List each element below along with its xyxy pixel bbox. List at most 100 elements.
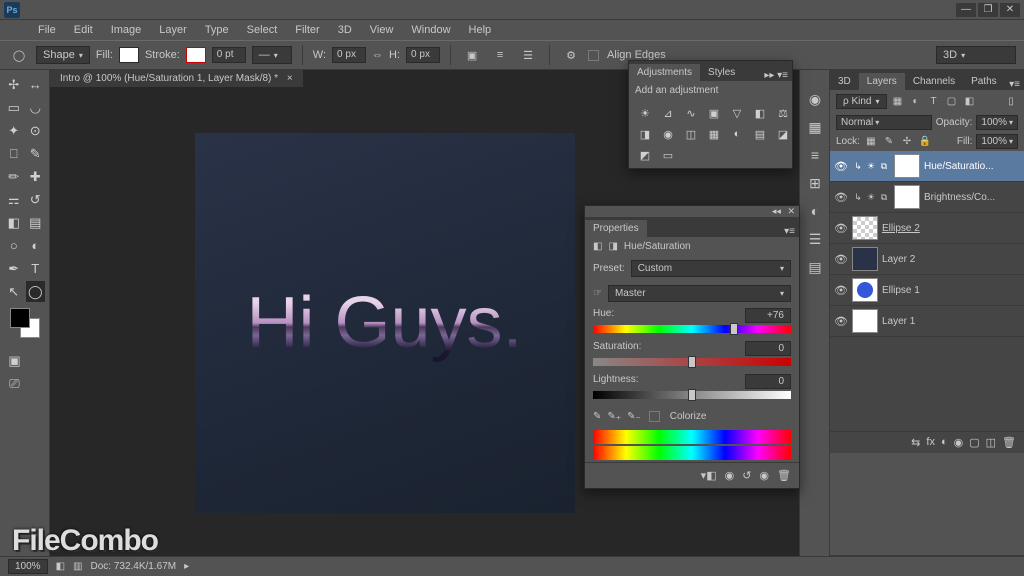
tab-channels[interactable]: Channels — [905, 73, 963, 90]
stroke-style-dropdown[interactable]: — — [252, 46, 292, 64]
foreground-color[interactable] — [10, 308, 30, 328]
layer-visibility-icon[interactable]: 👁 — [834, 222, 848, 235]
ellipse-tool-icon[interactable]: ◯ — [26, 281, 46, 302]
fx-icon[interactable]: fx — [926, 436, 935, 449]
fill-swatch[interactable] — [119, 47, 139, 63]
magic-wand-tool-icon[interactable]: ✦ — [4, 120, 24, 141]
filter-adjust-icon[interactable]: ◐ — [909, 95, 923, 109]
channelmix-icon[interactable]: ◫ — [681, 125, 701, 143]
saturation-slider[interactable] — [593, 358, 791, 366]
filter-toggle-icon[interactable]: ▯ — [1004, 95, 1018, 109]
layer-visibility-icon[interactable]: 👁 — [834, 315, 848, 328]
panel-menu-icon[interactable]: ▸▸ ▾≡ — [760, 70, 792, 81]
arrow-tool-icon[interactable]: ↔ — [26, 74, 46, 95]
mask-kind-icon[interactable]: ◨ — [608, 241, 617, 252]
layer-mask-thumb[interactable] — [894, 154, 920, 178]
lightness-slider[interactable] — [593, 391, 791, 399]
layer-name[interactable]: Layer 2 — [882, 254, 1020, 265]
document-tab[interactable]: Intro @ 100% (Hue/Saturation 1, Layer Ma… — [50, 70, 303, 88]
blur-tool-icon[interactable]: ○ — [4, 235, 24, 256]
curves-icon[interactable]: ∿ — [681, 104, 701, 122]
filter-shape-icon[interactable]: ▢ — [945, 95, 959, 109]
lightness-value[interactable]: 0 — [745, 374, 791, 389]
eyedrop-minus-icon[interactable]: ✎₋ — [627, 411, 641, 422]
new-group-icon[interactable]: ▢ — [969, 436, 979, 449]
layer-filter-kind[interactable]: ρ Kind — [836, 94, 887, 109]
move-tool-icon[interactable]: ✢ — [4, 74, 24, 95]
collapse-icon[interactable]: ◂◂ — [772, 206, 781, 216]
layer-name[interactable]: Brightness/Co... — [924, 192, 1020, 203]
hand-icon[interactable]: ☞ — [593, 288, 602, 299]
preset-dropdown[interactable]: Custom — [631, 260, 791, 277]
tool-mode-dropdown[interactable]: Shape — [36, 46, 90, 64]
layer-name[interactable]: Hue/Saturatio... — [924, 161, 1020, 172]
nav-icon1[interactable]: ◧ — [56, 561, 65, 572]
lasso-tool-icon[interactable]: ◡ — [26, 97, 46, 118]
menu-type[interactable]: Type — [197, 22, 237, 38]
eyedropper-tool-icon[interactable]: ✎ — [26, 143, 46, 164]
layer-name[interactable]: Layer 1 — [882, 316, 1020, 327]
marquee-tool-icon[interactable]: ▭ — [4, 97, 24, 118]
prev-state-icon[interactable]: ◉ — [725, 469, 735, 482]
link-layers-icon[interactable]: ⇆ — [911, 436, 920, 449]
libraries-panel-icon[interactable]: ⊞ — [804, 172, 826, 194]
layer-thumb[interactable] — [852, 278, 878, 302]
levels-icon[interactable]: ⊿ — [658, 104, 678, 122]
eyedrop-plus-icon[interactable]: ✎₊ — [607, 411, 621, 422]
layer-thumb[interactable] — [852, 309, 878, 333]
link-wh-icon[interactable]: ⇔ — [372, 49, 383, 61]
lock-transparency-icon[interactable]: ▦ — [864, 135, 878, 149]
exposure-icon[interactable]: ▣ — [704, 104, 724, 122]
menu-window[interactable]: Window — [403, 22, 458, 38]
layer-name[interactable]: Ellipse 1 — [882, 285, 1020, 296]
doc-info-menu-icon[interactable]: ▸ — [184, 561, 189, 572]
vibrance-icon[interactable]: ▽ — [727, 104, 747, 122]
invert-icon[interactable]: ◐ — [727, 125, 747, 143]
blend-mode-dropdown[interactable]: Normal — [836, 115, 932, 130]
window-restore[interactable]: ❐ — [978, 3, 998, 17]
layer-visibility-icon[interactable]: 👁 — [834, 253, 848, 266]
align-icon[interactable]: ≡ — [489, 44, 511, 66]
gradient-tool-icon[interactable]: ▤ — [26, 212, 46, 233]
healing-tool-icon[interactable]: ✚ — [26, 166, 46, 187]
tab-3d[interactable]: 3D — [830, 73, 859, 90]
height-field[interactable]: 0 px — [406, 47, 440, 63]
layer-visibility-icon[interactable]: 👁 — [834, 284, 848, 297]
brush-tool-icon[interactable]: ✏ — [4, 166, 24, 187]
delete-layer-icon[interactable]: 🗑 — [1002, 436, 1016, 449]
tab-styles[interactable]: Styles — [700, 64, 743, 81]
layer-mask-thumb[interactable] — [894, 185, 920, 209]
workspace-dropdown[interactable]: 3D — [936, 46, 1016, 64]
layer-item[interactable]: 👁↳☀⧉Hue/Saturatio... — [830, 151, 1024, 182]
menu-filter[interactable]: Filter — [287, 22, 327, 38]
path-select-tool-icon[interactable]: ↖ — [4, 281, 24, 302]
swatches-panel-icon[interactable]: ▦ — [804, 116, 826, 138]
stroke-swatch[interactable] — [186, 47, 206, 63]
layer-name[interactable]: Ellipse 2 — [882, 223, 1020, 234]
color-panel-icon[interactable]: ◉ — [804, 88, 826, 110]
colorbalance-icon[interactable]: ⚖ — [773, 104, 793, 122]
path-ops-icon[interactable]: ▣ — [461, 44, 483, 66]
type-tool-icon[interactable]: T — [26, 258, 46, 279]
eyedrop-icon[interactable]: ✎ — [593, 411, 601, 422]
stroke-width-field[interactable]: 0 pt — [212, 47, 246, 63]
filter-smart-icon[interactable]: ◧ — [963, 95, 977, 109]
menu-view[interactable]: View — [362, 22, 402, 38]
lock-position-icon[interactable]: ✢ — [900, 135, 914, 149]
lock-all-icon[interactable]: 🔒 — [918, 135, 932, 149]
mini-panel-icon2[interactable]: ☰ — [804, 228, 826, 250]
panel-menu-icon[interactable]: ▾≡ — [780, 226, 799, 237]
screen-mode-icon[interactable]: ⎚ — [4, 373, 25, 394]
colorize-checkbox[interactable] — [649, 411, 660, 422]
threshold-icon[interactable]: ◪ — [773, 125, 793, 143]
new-layer-icon[interactable]: ◫ — [986, 436, 996, 449]
selective-icon[interactable]: ◩ — [635, 146, 655, 164]
filter-type-icon[interactable]: T — [927, 95, 941, 109]
tab-adjustments[interactable]: Adjustments — [629, 64, 700, 81]
gradmap-icon[interactable]: ▭ — [658, 146, 678, 164]
shape-tool-icon[interactable]: ◯ — [8, 44, 30, 66]
panel-menu-icon[interactable]: ▾≡ — [1005, 79, 1024, 90]
eraser-tool-icon[interactable]: ◧ — [4, 212, 24, 233]
menu-help[interactable]: Help — [461, 22, 500, 38]
gear-icon[interactable]: ⚙ — [560, 44, 582, 66]
